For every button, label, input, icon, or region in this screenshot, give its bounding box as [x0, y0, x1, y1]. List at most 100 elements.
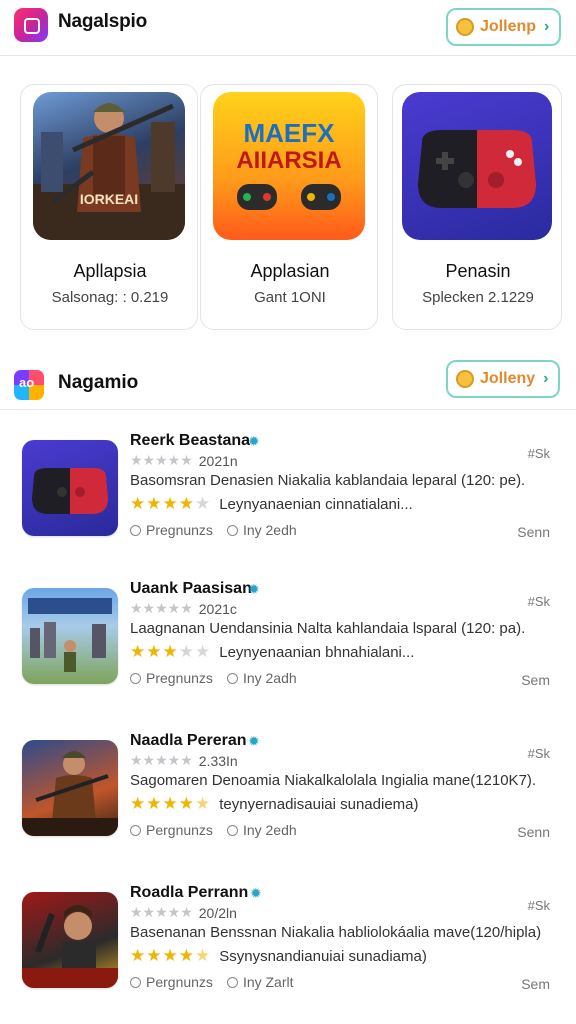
item-size: #Sk — [527, 898, 550, 913]
item-tag: Iny 2edh — [242, 522, 297, 538]
item-size: #Sk — [527, 594, 550, 609]
app-logo-icon — [14, 8, 48, 42]
info-icon — [130, 976, 141, 988]
item-meta-number: 2021n — [198, 452, 238, 469]
app-title: Nagalspio — [58, 11, 147, 32]
item-rating: ★★★★★ teynyernadisauiai sunadiema) — [130, 794, 419, 814]
info-icon — [130, 824, 141, 836]
star-rating-icon: ★★★★★ — [130, 794, 212, 813]
section-logo-icon — [14, 370, 44, 400]
featured-card-subtitle: Splecken 2.1229 — [422, 289, 534, 306]
controller-thumbnail-icon — [22, 440, 118, 536]
item-tags: Pregnunzs Iny 2adh — [130, 670, 297, 686]
section-follow-button[interactable]: Jolleny › — [446, 360, 561, 398]
item-rating-text: Leynyenaanian bhnahialani... — [219, 643, 415, 661]
item-name: Reerk Beastana — [130, 432, 251, 449]
gray-stars-icon: ★★★★★ — [130, 600, 193, 616]
item-size: #Sk — [527, 746, 550, 761]
featured-card[interactable]: IORKEAI Apllapsia Salsonag: : 0.219 — [20, 84, 198, 330]
item-rating-text: teynyernadisauiai sunadiema) — [219, 795, 419, 813]
star-rating-icon: ★★★★★ — [130, 494, 212, 513]
app-list: Reerk Beastana ✹ ★★★★★ 2021n Basomsran D… — [0, 428, 576, 1024]
featured-cards: IORKEAI Apllapsia Salsonag: : 0.219 MAEF… — [0, 84, 576, 330]
section-title: Nagamio — [58, 372, 139, 393]
verified-badge-icon: ✹ — [248, 733, 260, 749]
link-icon — [226, 824, 238, 836]
item-description: Basenanan Benssnan Niakalia habliolokáal… — [130, 924, 542, 941]
item-tags: Pergnunzs Iny Zarlt — [130, 974, 294, 990]
soldier-art-icon: IORKEAI — [33, 92, 185, 240]
star-rating-icon: ★★★★★ — [130, 946, 212, 965]
list-item[interactable]: Naadla Pereran ✹ ★★★★★ 2.33In Sagomaren … — [0, 728, 576, 868]
gamepad-logo-icon: MAEFX AIIARSIA — [213, 92, 365, 240]
gray-stars-icon: ★★★★★ — [130, 904, 193, 920]
item-rating: ★★★★★ Leynyanaenian cinnatialani... — [130, 494, 413, 514]
item-subline: ★★★★★ 2.33In — [130, 752, 238, 769]
featured-card-title: Apllapsia — [73, 261, 147, 281]
item-action[interactable]: Senn — [517, 824, 550, 840]
item-meta-number: 2.33In — [198, 752, 238, 769]
featured-card-title: Penasin — [445, 261, 511, 281]
item-name: Uaank Paasisan — [130, 580, 252, 597]
soldier-thumbnail-icon — [22, 740, 118, 836]
item-tag: Pergnunzs — [146, 822, 213, 838]
svg-text:MAEFX: MAEFX — [244, 118, 336, 148]
svg-text:AIIARSIA: AIIARSIA — [236, 147, 341, 174]
featured-card-art — [393, 85, 561, 247]
item-subline: ★★★★★ 20/2ln — [130, 904, 237, 921]
item-tag: Iny 2adh — [242, 670, 297, 686]
follow-button[interactable]: Jollenp › — [446, 8, 562, 46]
follow-button-label: Jollenp — [480, 18, 537, 35]
list-item[interactable]: ✕ Uaank Paasisan ✹ ★★★★★ 2021с Laagnanan… — [0, 576, 576, 716]
item-action[interactable]: Sem — [521, 976, 550, 992]
featured-card[interactable]: Penasin Splecken 2.1229 — [392, 84, 562, 330]
verified-badge-icon: ✹ — [248, 433, 260, 449]
featured-card-subtitle: Gant 1ONI — [254, 289, 326, 306]
item-tag: Iny Zarlt — [242, 974, 294, 990]
gunman-thumbnail-icon — [22, 892, 118, 988]
item-action[interactable]: Sem — [521, 672, 550, 688]
emoji-icon — [456, 18, 474, 36]
verified-badge-icon: ✹ — [248, 581, 260, 597]
featured-card-subtitle: Salsonag: : 0.219 — [51, 289, 169, 306]
item-tags: Pergnunzs Iny 2edh — [130, 822, 297, 838]
item-tag: Pregnunzs — [146, 522, 213, 538]
list-item[interactable]: Roadla Perrann ✹ ★★★★★ 20/2ln Basenanan … — [0, 880, 576, 1020]
item-tags: Pregnunzs Iny 2edh — [130, 522, 297, 538]
featured-card[interactable]: MAEFX AIIARSIA Applasian Gant 1ONI — [200, 84, 378, 330]
featured-card-art: MAEFX AIIARSIA — [201, 85, 377, 247]
art-text: IORKEAI — [80, 191, 138, 207]
chevron-right-icon: › — [544, 18, 550, 35]
item-name: Naadla Pereran — [130, 732, 247, 749]
item-rating: ★★★★★ Leynyenaanian bhnahialani... — [130, 642, 414, 662]
follow-button-label: Jolleny — [480, 370, 536, 387]
item-tag: Pregnunzs — [146, 670, 213, 686]
item-description: Laagnanan Uendansinia Nalta kahlandaia l… — [130, 620, 526, 637]
gray-stars-icon: ★★★★★ — [130, 752, 193, 768]
item-description: Basomsran Denasien Niakalia kablandaia l… — [130, 472, 526, 489]
item-size: #Sk — [527, 446, 550, 461]
link-icon — [226, 976, 238, 988]
item-tag: Pergnunzs — [146, 974, 213, 990]
link-icon — [226, 524, 238, 536]
emoji-icon — [456, 370, 474, 388]
item-meta-number: 20/2ln — [198, 904, 237, 921]
item-subline: ★★★★★ 2021n — [130, 452, 238, 469]
info-icon — [130, 524, 141, 536]
item-rating: ★★★★★ Ssynysnandianuiai sunadiama) — [130, 946, 427, 966]
item-rating-text: Ssynysnandianuiai sunadiama) — [219, 947, 427, 965]
gray-stars-icon: ★★★★★ — [130, 452, 193, 468]
item-description: Sagomaren Denoamia Niakalkalolala Ingial… — [130, 772, 537, 789]
item-subline: ★★★★★ 2021с — [130, 600, 237, 617]
item-name: Roadla Perrann — [130, 884, 249, 901]
chevron-right-icon: › — [543, 370, 549, 387]
top-header: Nagalspio Jollenp › — [0, 0, 576, 56]
item-action[interactable]: Senn — [517, 524, 550, 540]
list-item[interactable]: Reerk Beastana ✹ ★★★★★ 2021n Basomsran D… — [0, 428, 576, 568]
link-icon — [226, 672, 238, 684]
item-rating-text: Leynyanaenian cinnatialani... — [219, 495, 413, 513]
info-icon — [130, 672, 141, 684]
controller-icon — [402, 92, 552, 240]
featured-card-title: Applasian — [250, 261, 330, 281]
item-meta-number: 2021с — [198, 600, 237, 617]
